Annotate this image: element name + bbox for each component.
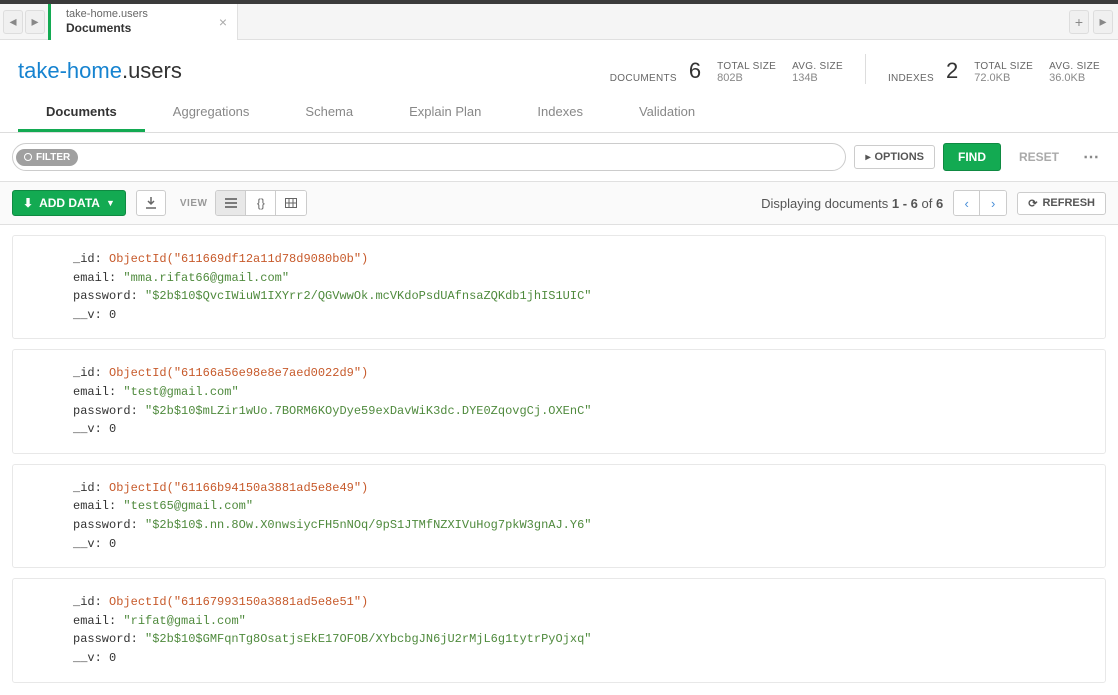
collection-header: take-home.users DOCUMENTS 6 TOTAL SIZE 8… [0, 40, 1118, 84]
documents-list[interactable]: _id: ObjectId("611669df12a11d78d9080b0b"… [0, 225, 1118, 695]
filter-pill-label: FILTER [36, 152, 70, 163]
view-mode-buttons: {} [215, 190, 307, 216]
documents-count: 6 [689, 58, 701, 84]
filter-pill-icon [24, 153, 32, 161]
avg-size-label: AVG. SIZE [792, 61, 843, 72]
import-button[interactable] [136, 190, 166, 216]
tab-validation[interactable]: Validation [611, 94, 723, 132]
add-data-label: ADD DATA [39, 196, 100, 210]
collection-name: .users [122, 58, 182, 83]
view-json-button[interactable]: {} [246, 191, 276, 215]
indexes-count: 2 [946, 58, 958, 84]
new-tab-button[interactable]: + [1069, 10, 1089, 34]
tab-subtitle: Documents [66, 21, 148, 35]
collection-stats: DOCUMENTS 6 TOTAL SIZE 802B AVG. SIZE 13… [610, 54, 1100, 84]
namespace-title: take-home.users [18, 58, 182, 84]
table-icon [285, 198, 297, 208]
nav-forward-button[interactable]: ▸ [25, 10, 45, 34]
tabs-overflow-button[interactable]: ▸ [1093, 10, 1113, 34]
filter-input-wrap: FILTER [12, 143, 846, 171]
idx-total-size: 72.0KB [974, 72, 1010, 84]
tab-explain-plan[interactable]: Explain Plan [381, 94, 509, 132]
options-label: OPTIONS [874, 151, 924, 163]
tab-content: take-home.users Documents [60, 8, 148, 36]
refresh-label: REFRESH [1042, 197, 1095, 209]
refresh-icon: ⟳ [1028, 197, 1037, 210]
nav-arrows: ◂ ▸ [0, 10, 48, 34]
document-card[interactable]: _id: ObjectId("611669df12a11d78d9080b0b"… [12, 235, 1106, 339]
chevron-down-icon: ▼ [106, 198, 115, 208]
close-icon[interactable]: × [219, 14, 227, 30]
display-count-text: Displaying documents 1 - 6 of 6 [761, 196, 943, 211]
total-size: 802B [717, 72, 743, 84]
tab-title: take-home.users [66, 8, 148, 21]
tab-aggregations[interactable]: Aggregations [145, 94, 278, 132]
tab-accent [48, 4, 51, 40]
document-card[interactable]: _id: ObjectId("61167993150a3881ad5e8e51"… [12, 578, 1106, 682]
stats-separator [865, 54, 866, 84]
filter-input[interactable] [78, 150, 842, 164]
find-button[interactable]: FIND [943, 143, 1001, 171]
avg-size: 134B [792, 72, 818, 84]
documents-toolbar: ⬇ ADD DATA ▼ VIEW {} Displaying document… [0, 182, 1118, 225]
tab-indexes[interactable]: Indexes [509, 94, 611, 132]
filter-bar: FILTER OPTIONS FIND RESET ⋯ [0, 133, 1118, 182]
filter-pill[interactable]: FILTER [16, 149, 78, 166]
list-icon [225, 198, 237, 208]
section-tabs: Documents Aggregations Schema Explain Pl… [0, 94, 1118, 133]
document-card[interactable]: _id: ObjectId("61166a56e98e8e7aed0022d9"… [12, 349, 1106, 453]
view-list-button[interactable] [216, 191, 246, 215]
display-range: 1 - 6 [892, 196, 918, 211]
indexes-label: INDEXES [888, 73, 934, 84]
document-card[interactable]: _id: ObjectId("61166b94150a3881ad5e8e49"… [12, 464, 1106, 568]
pager: ‹ › [953, 190, 1007, 216]
idx-total-size-label: TOTAL SIZE [974, 61, 1033, 72]
options-button[interactable]: OPTIONS [854, 145, 935, 169]
page-prev-button[interactable]: ‹ [954, 191, 980, 215]
idx-avg-size-label: AVG. SIZE [1049, 61, 1100, 72]
tab-schema[interactable]: Schema [277, 94, 381, 132]
tabs-bar: ◂ ▸ take-home.users Documents × + ▸ [0, 4, 1118, 40]
documents-label: DOCUMENTS [610, 73, 677, 84]
nav-back-button[interactable]: ◂ [3, 10, 23, 34]
collection-tab[interactable]: take-home.users Documents × [48, 4, 238, 40]
display-total: 6 [936, 196, 943, 211]
db-name: take-home [18, 58, 122, 83]
braces-icon: {} [257, 196, 265, 210]
view-table-button[interactable] [276, 191, 306, 215]
add-data-button[interactable]: ⬇ ADD DATA ▼ [12, 190, 126, 216]
page-next-button[interactable]: › [980, 191, 1006, 215]
reset-button[interactable]: RESET [1009, 145, 1069, 169]
total-size-label: TOTAL SIZE [717, 61, 776, 72]
import-icon [144, 196, 158, 210]
tab-documents[interactable]: Documents [18, 94, 145, 132]
idx-avg-size: 36.0KB [1049, 72, 1085, 84]
more-menu-button[interactable]: ⋯ [1077, 147, 1106, 167]
view-label: VIEW [180, 198, 208, 209]
refresh-button[interactable]: ⟳ REFRESH [1017, 192, 1106, 215]
download-icon: ⬇ [23, 196, 33, 210]
